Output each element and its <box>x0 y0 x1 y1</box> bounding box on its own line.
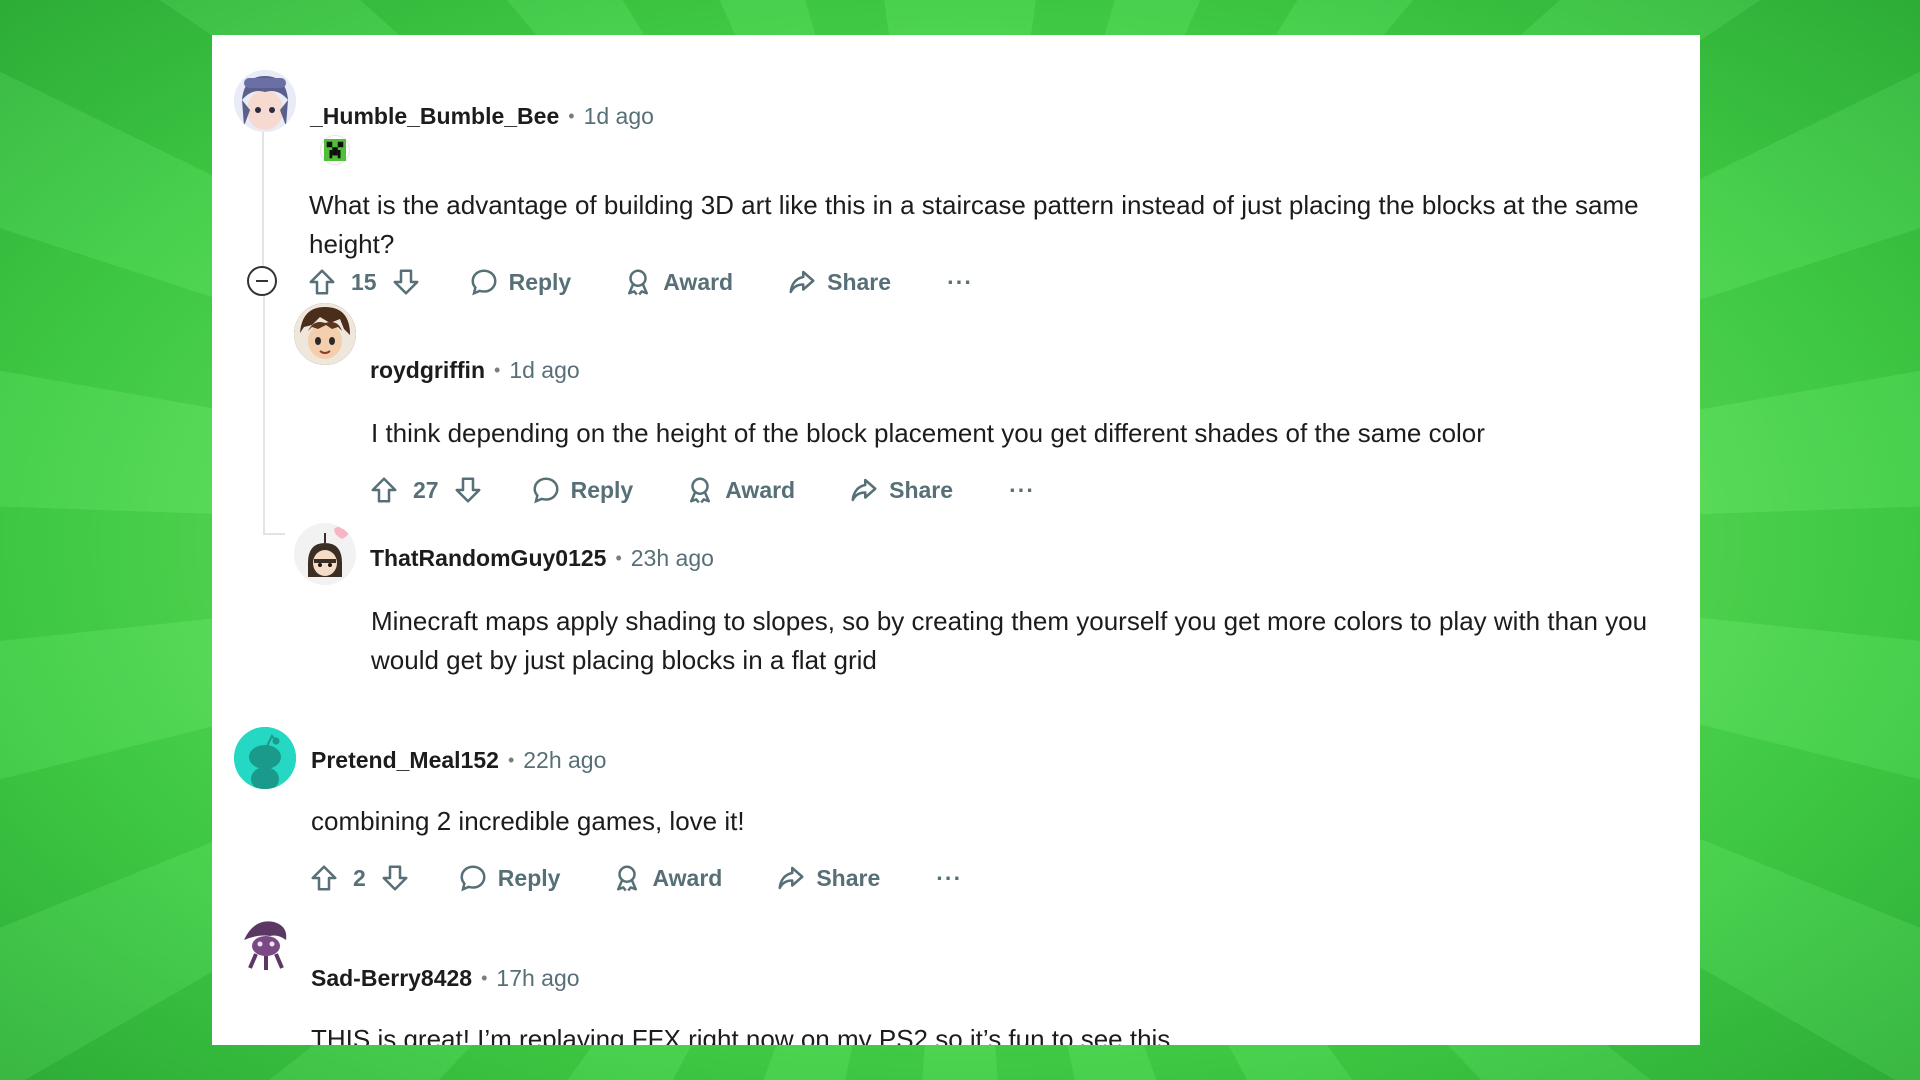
downvote-arrow-icon <box>382 865 408 891</box>
downvote-button[interactable] <box>391 267 421 297</box>
comment-humble-bumble-bee: _Humble_Bumble_Bee • 1d ago What is the … <box>212 35 1700 335</box>
downvote-button[interactable] <box>453 475 483 505</box>
avatar[interactable] <box>234 70 296 132</box>
award-button[interactable]: Award <box>612 863 722 893</box>
award-icon <box>628 269 649 296</box>
award-label: Award <box>725 476 796 503</box>
award-button[interactable]: Award <box>623 267 733 297</box>
share-label: Share <box>889 476 954 503</box>
avatar[interactable] <box>234 910 296 972</box>
comment-bubble-icon <box>533 477 559 504</box>
vote-score: 27 <box>413 476 439 503</box>
more-options-button[interactable]: ··· <box>947 269 973 296</box>
reply-button[interactable]: Reply <box>531 475 634 505</box>
separator: • <box>507 750 515 770</box>
upvote-arrow-icon <box>309 269 335 295</box>
comment-body: THIS is great! I’m replaying FFX right n… <box>311 1024 1178 1045</box>
username[interactable]: Pretend_Meal152 <box>311 747 499 774</box>
snoo-avatar-icon <box>234 727 296 789</box>
creeper-face-icon <box>320 135 350 165</box>
comment-actions: 15 Reply Award Share ··· <box>307 262 973 302</box>
collapse-thread-button[interactable] <box>247 266 277 296</box>
more-options-button[interactable]: ··· <box>936 865 962 892</box>
separator: • <box>481 968 488 988</box>
upvote-button[interactable] <box>307 267 337 297</box>
award-label: Award <box>663 268 734 295</box>
avatar[interactable] <box>234 727 296 789</box>
comment-sad-berry8428: Sad-Berry8428 • 17h ago THIS is great! I… <box>212 35 1700 1045</box>
comment-meta: Sad-Berry8428 • 17h ago <box>311 965 580 992</box>
thread-line-branch <box>263 533 285 535</box>
comment-actions: 27 Reply Award Share ··· <box>369 470 1035 510</box>
vote-score: 2 <box>353 864 366 891</box>
share-button[interactable]: Share <box>787 267 891 297</box>
award-label: Award <box>652 864 723 891</box>
vote-score: 15 <box>351 268 377 295</box>
comment-meta: ThatRandomGuy0125 • 23h ago <box>370 545 714 572</box>
downvote-button[interactable] <box>380 863 410 893</box>
timestamp[interactable]: 1d ago <box>509 357 579 384</box>
award-icon <box>617 865 638 892</box>
upvote-button[interactable] <box>369 475 399 505</box>
more-options-button[interactable]: ··· <box>1009 477 1035 504</box>
share-arrow-icon <box>778 866 804 890</box>
avatar[interactable] <box>294 523 356 585</box>
upvote-button[interactable] <box>309 863 339 893</box>
ellipsis-icon: ··· <box>936 864 963 891</box>
timestamp[interactable]: 23h ago <box>631 545 714 572</box>
username[interactable]: ThatRandomGuy0125 <box>370 545 606 572</box>
comment-body: What is the advantage of building 3D art… <box>309 190 1639 259</box>
award-icon <box>690 477 711 504</box>
username[interactable]: _Humble_Bumble_Bee <box>310 103 559 130</box>
reply-label: Reply <box>497 864 561 891</box>
comment-meta: Pretend_Meal152 • 22h ago <box>311 747 606 774</box>
separator: • <box>494 360 501 380</box>
reply-button[interactable]: Reply <box>469 267 572 297</box>
reply-label: Reply <box>508 268 572 295</box>
ellipsis-icon: ··· <box>1009 476 1036 503</box>
share-button[interactable]: Share <box>849 475 953 505</box>
share-label: Share <box>827 268 892 295</box>
username[interactable]: Sad-Berry8428 <box>311 965 472 992</box>
share-button[interactable]: Share <box>776 863 880 893</box>
downvote-arrow-icon <box>393 269 419 295</box>
reply-label: Reply <box>570 476 634 503</box>
comments-panel: _Humble_Bumble_Bee • 1d ago What is the … <box>212 35 1700 1045</box>
comment-bubble-icon <box>471 269 497 296</box>
share-arrow-icon <box>789 270 815 294</box>
avatar[interactable] <box>294 303 356 365</box>
upvote-arrow-icon <box>311 865 337 891</box>
ellipsis-icon: ··· <box>947 268 974 295</box>
share-arrow-icon <box>851 478 877 502</box>
comment-body: combining 2 incredible games, love it! <box>311 806 745 836</box>
comment-meta: roydgriffin • 1d ago <box>370 357 580 384</box>
separator: • <box>568 106 575 126</box>
username[interactable]: roydgriffin <box>370 357 485 384</box>
timestamp[interactable]: 1d ago <box>584 103 654 130</box>
upvote-arrow-icon <box>371 477 397 503</box>
award-button[interactable]: Award <box>685 475 795 505</box>
comment-body: I think depending on the height of the b… <box>371 418 1485 448</box>
downvote-arrow-icon <box>455 477 481 503</box>
reply-button[interactable]: Reply <box>458 863 561 893</box>
separator: • <box>615 548 622 568</box>
comment-meta: _Humble_Bumble_Bee • 1d ago <box>310 103 654 130</box>
comment-actions: 2 Reply Award Share ··· <box>309 858 962 898</box>
comment-bubble-icon <box>460 865 486 892</box>
share-label: Share <box>816 864 881 891</box>
timestamp[interactable]: 17h ago <box>496 965 579 992</box>
comment-body: Minecraft maps apply shading to slopes, … <box>371 606 1648 675</box>
timestamp[interactable]: 22h ago <box>523 747 606 774</box>
